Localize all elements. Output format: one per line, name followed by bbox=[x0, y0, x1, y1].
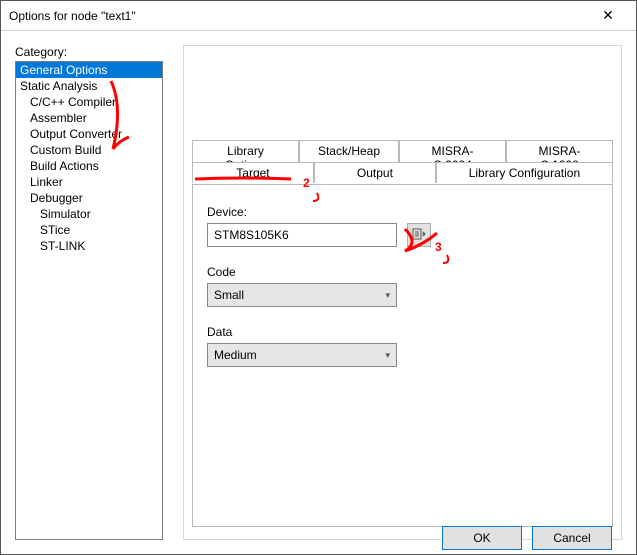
category-item-assembler[interactable]: Assembler bbox=[16, 110, 162, 126]
device-input[interactable] bbox=[207, 223, 397, 247]
device-browse-button[interactable] bbox=[407, 223, 431, 247]
category-item-c-c-compiler[interactable]: C/C++ Compiler bbox=[16, 94, 162, 110]
data-value: Medium bbox=[214, 348, 257, 362]
category-list[interactable]: General OptionsStatic AnalysisC/C++ Comp… bbox=[15, 61, 163, 540]
close-icon[interactable]: ✕ bbox=[588, 7, 628, 24]
category-item-custom-build[interactable]: Custom Build bbox=[16, 142, 162, 158]
chevron-down-icon: ▾ bbox=[385, 290, 390, 301]
ok-button[interactable]: OK bbox=[442, 526, 522, 550]
cancel-button[interactable]: Cancel bbox=[532, 526, 612, 550]
category-item-stice[interactable]: STice bbox=[16, 222, 162, 238]
tab-output[interactable]: Output bbox=[314, 162, 436, 183]
code-label: Code bbox=[207, 265, 598, 279]
category-item-output-converter[interactable]: Output Converter bbox=[16, 126, 162, 142]
category-item-build-actions[interactable]: Build Actions bbox=[16, 158, 162, 174]
options-panel: Library OptionsStack/HeapMISRA-C:2004MIS… bbox=[183, 45, 622, 540]
category-item-linker[interactable]: Linker bbox=[16, 174, 162, 190]
window-title: Options for node "text1" bbox=[9, 9, 588, 23]
category-item-debugger[interactable]: Debugger bbox=[16, 190, 162, 206]
tab-library-configuration[interactable]: Library Configuration bbox=[436, 162, 613, 183]
code-value: Small bbox=[214, 288, 244, 302]
category-item-general-options[interactable]: General Options bbox=[16, 62, 162, 78]
data-combo[interactable]: Medium ▾ bbox=[207, 343, 397, 367]
device-label: Device: bbox=[207, 205, 598, 219]
data-label: Data bbox=[207, 325, 598, 339]
category-label: Category: bbox=[15, 45, 163, 59]
category-item-static-analysis[interactable]: Static Analysis bbox=[16, 78, 162, 94]
title-bar: Options for node "text1" ✕ bbox=[1, 1, 636, 31]
category-item-simulator[interactable]: Simulator bbox=[16, 206, 162, 222]
category-column: Category: General OptionsStatic Analysis… bbox=[15, 45, 163, 540]
chevron-down-icon: ▾ bbox=[385, 350, 390, 361]
category-item-st-link[interactable]: ST-LINK bbox=[16, 238, 162, 254]
tab-target[interactable]: Target bbox=[192, 162, 314, 183]
list-select-icon bbox=[412, 228, 426, 242]
tab-row-lower: TargetOutputLibrary Configuration bbox=[192, 162, 613, 183]
content: Category: General OptionsStatic Analysis… bbox=[1, 31, 636, 554]
tab-body-target: Device: Code Small ▾ Data Medium ▾ bbox=[192, 184, 613, 527]
code-combo[interactable]: Small ▾ bbox=[207, 283, 397, 307]
dialog-buttons: OK Cancel bbox=[442, 526, 612, 550]
